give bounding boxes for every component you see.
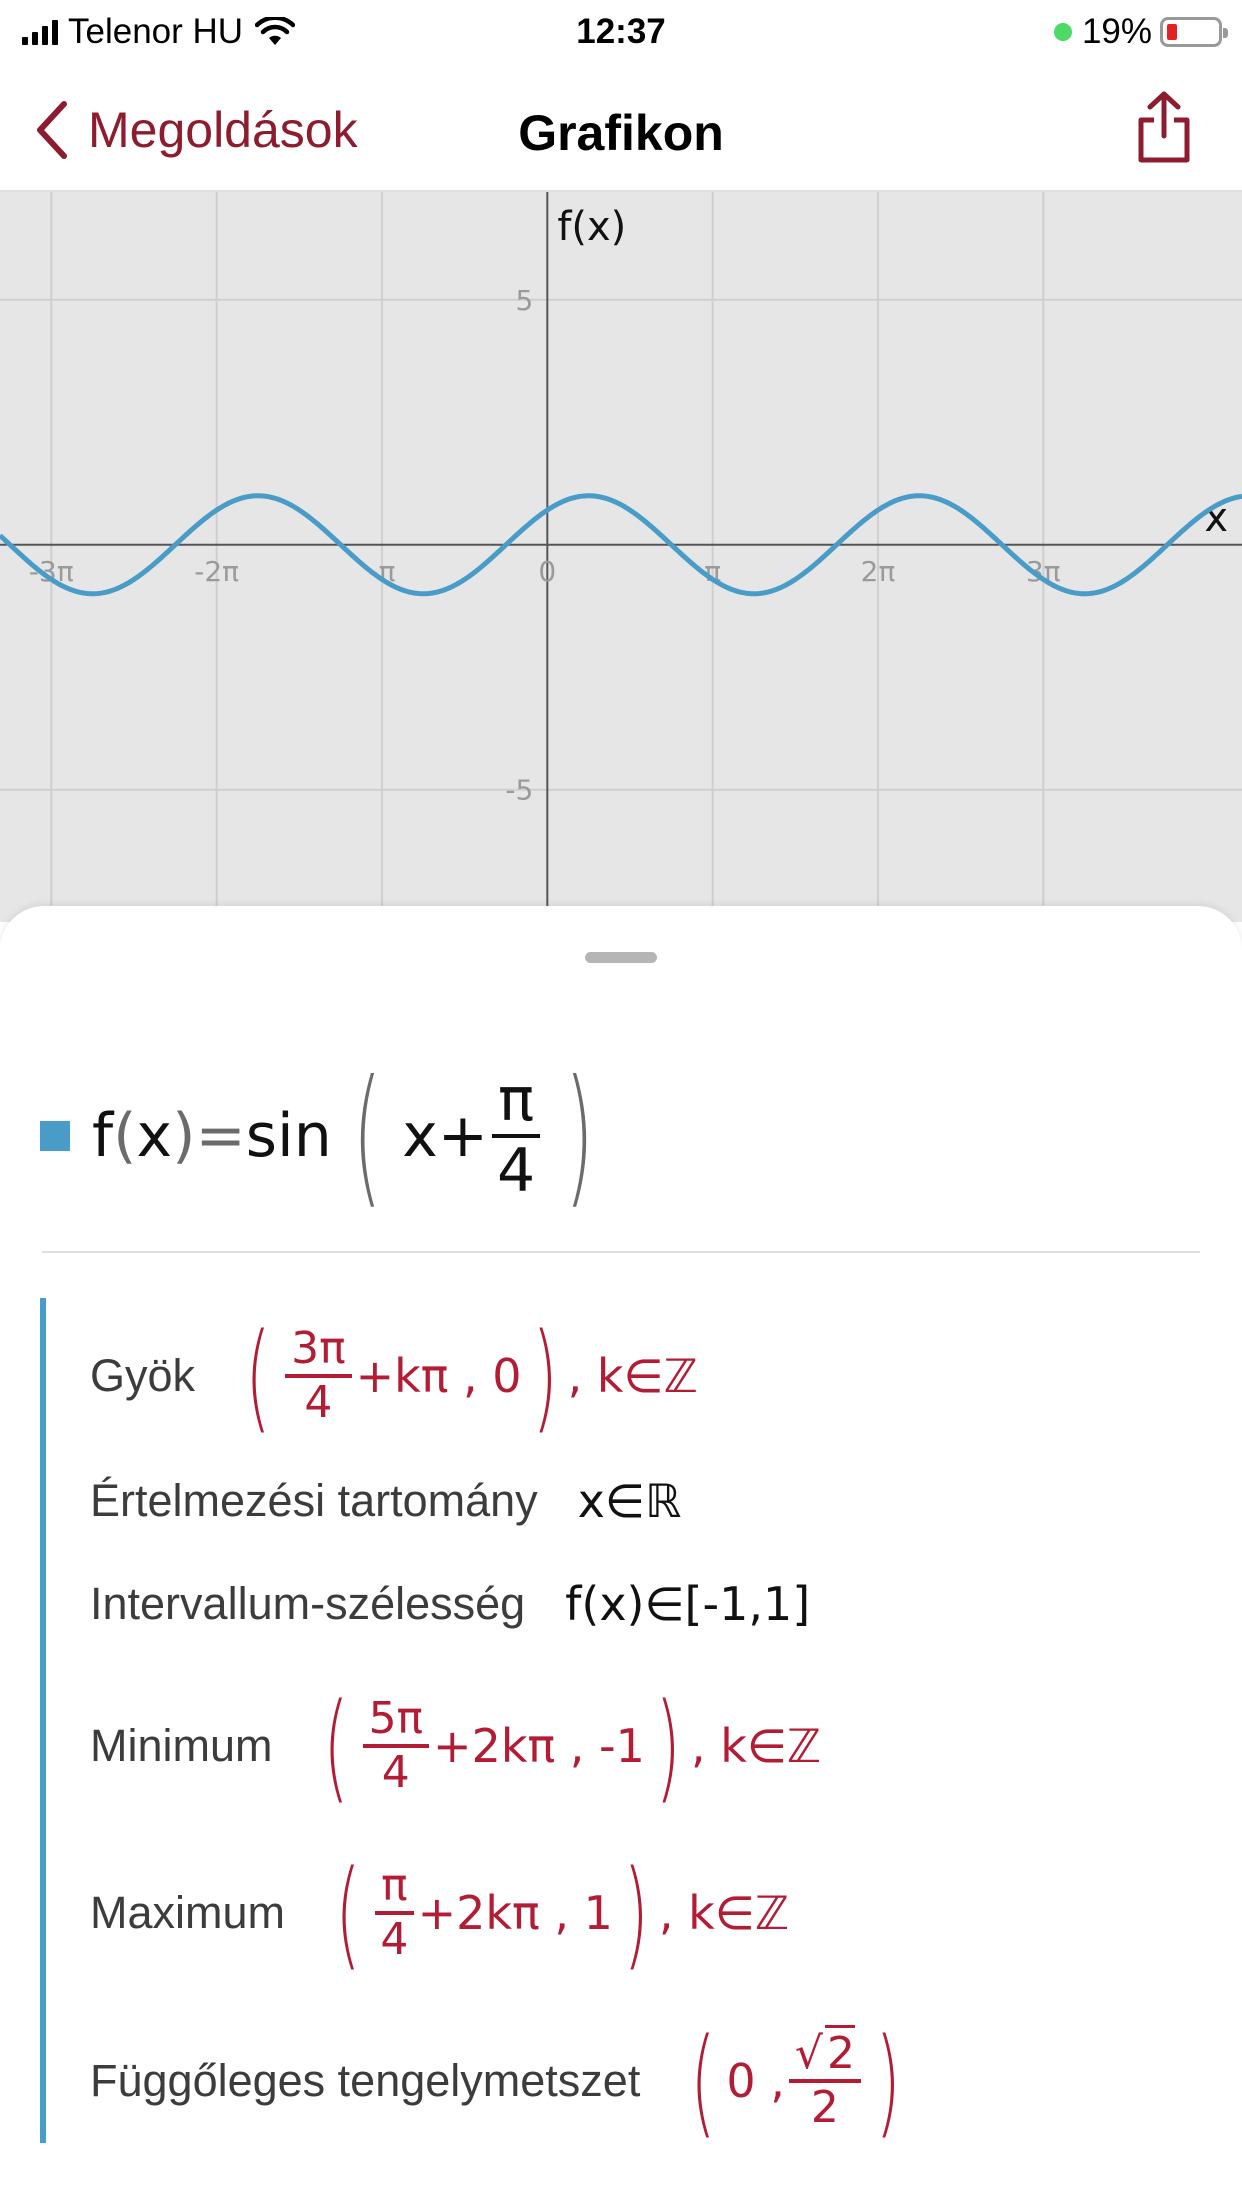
maximum-suffix: , k∈ℤ xyxy=(658,1886,790,1940)
x-tick-label: 2π xyxy=(861,555,896,588)
frac-numerator: π xyxy=(375,1862,414,1915)
paren-close: ) xyxy=(655,1677,681,1815)
maximum-fraction: π 4 xyxy=(375,1862,414,1965)
details-sheet[interactable]: f ( x ) = sin ( x+ π 4 ) Gyök ( 3π 4 +kπ… xyxy=(0,906,1242,2208)
paren-close: ) xyxy=(531,1307,558,1445)
tall-paren-open: ( xyxy=(352,1049,382,1223)
roots-label: Gyök xyxy=(90,1350,196,1401)
minimum-suffix: , k∈ℤ xyxy=(690,1719,822,1773)
y-intercept-fraction: √2 2 xyxy=(788,2024,861,2133)
function-sin: sin xyxy=(245,1101,332,1171)
paren-open: ( xyxy=(335,1844,361,1982)
mic-indicator-dot xyxy=(1053,23,1072,41)
status-right: 19% xyxy=(1053,12,1228,52)
y-tick-label: -5 xyxy=(505,774,533,807)
maximum-label: Maximum xyxy=(90,1887,286,1938)
range-value: f(x)∈[-1,1] xyxy=(565,1577,811,1631)
minimum-fraction: 5π 4 xyxy=(362,1695,430,1798)
navigation-bar: Megoldások Grafikon xyxy=(0,62,1242,192)
frac-numerator: √2 xyxy=(788,2024,861,2083)
paren-open: ( xyxy=(113,1101,137,1171)
property-roots: Gyök ( 3π 4 +kπ , 0 ) , k∈ℤ xyxy=(90,1301,698,1451)
battery-percent: 19% xyxy=(1081,12,1152,51)
equals-sign: = xyxy=(195,1101,246,1171)
graph-canvas[interactable]: -3π -2π -π 0 π 2π 3π5-5f(x)x xyxy=(0,192,1242,922)
page-title: Grafikon xyxy=(518,105,724,161)
y-intercept-prefix: 0 , xyxy=(726,2054,785,2108)
function-expression: f ( x ) = sin ( x+ π 4 ) xyxy=(40,1049,615,1223)
property-minimum: Minimum ( 5π 4 +2kπ , -1 ) , k∈ℤ xyxy=(90,1671,821,1821)
sqrt-radicand: 2 xyxy=(824,2024,855,2079)
function-formula: f ( x ) = sin ( x+ π 4 ) xyxy=(92,1049,615,1223)
maximum-value: ( π 4 +2kπ , 1 ) , k∈ℤ xyxy=(325,1854,789,1972)
property-maximum: Maximum ( π 4 +2kπ , 1 ) , k∈ℤ xyxy=(90,1838,789,1988)
frac-numerator: 3π xyxy=(285,1325,352,1378)
property-range: Intervallum-szélesség f(x)∈[-1,1] xyxy=(90,1564,810,1644)
range-label: Intervallum-szélesség xyxy=(90,1578,526,1629)
sheet-drag-handle[interactable] xyxy=(585,952,657,963)
paren-close: ) xyxy=(623,1844,649,1982)
battery-fill xyxy=(1167,24,1177,40)
battery-icon xyxy=(1160,17,1228,47)
paren-open: ( xyxy=(245,1307,271,1445)
y-axis-label: f(x) xyxy=(557,204,626,250)
function-var: x xyxy=(136,1101,173,1171)
properties-accent-bar xyxy=(40,1298,46,2143)
function-name: f xyxy=(92,1101,114,1171)
maximum-rest: +2kπ , 1 xyxy=(417,1886,613,1940)
domain-value: x∈ℝ xyxy=(577,1474,682,1528)
function-inner: x+ xyxy=(402,1101,489,1171)
x-tick-label: 0 xyxy=(538,555,556,588)
minimum-label: Minimum xyxy=(90,1720,273,1771)
y-intercept-label: Függőleges tengelymetszet xyxy=(90,2055,641,2106)
paren-close: ) xyxy=(875,2012,901,2150)
frac-denominator: 4 xyxy=(497,1136,536,1206)
frac-numerator: 5π xyxy=(362,1695,430,1748)
property-y-intercept: Függőleges tengelymetszet ( 0 , √2 2 ) xyxy=(90,2006,911,2156)
paren-close: ) xyxy=(172,1101,196,1171)
x-tick-label: -3π xyxy=(29,555,74,588)
series-color-swatch xyxy=(40,1121,70,1151)
roots-rest: +kπ , 0 xyxy=(355,1349,522,1403)
roots-fraction: 3π 4 xyxy=(285,1325,352,1428)
share-icon[interactable] xyxy=(1136,90,1192,164)
function-fraction: π 4 xyxy=(492,1069,541,1206)
minimum-rest: +2kπ , -1 xyxy=(433,1719,645,1773)
frac-denominator: 2 xyxy=(810,2082,839,2133)
y-tick-label: 5 xyxy=(515,284,533,317)
status-bar: Telenor HU 12:37 19% xyxy=(0,0,1242,62)
roots-value: ( 3π 4 +kπ , 0 ) , k∈ℤ xyxy=(235,1307,698,1445)
paren-open: ( xyxy=(322,1677,349,1815)
tall-paren-close: ) xyxy=(564,1049,595,1223)
property-domain: Értelmezési tartomány x∈ℝ xyxy=(90,1461,681,1541)
function-graph[interactable]: -3π -2π -π 0 π 2π 3π 5 -5 f(x) x xyxy=(0,192,1242,922)
y-intercept-value: ( 0 , √2 2 ) xyxy=(680,2022,911,2140)
frac-denominator: 4 xyxy=(304,1377,333,1428)
domain-label: Értelmezési tartomány xyxy=(90,1475,538,1526)
divider xyxy=(42,1251,1200,1253)
minimum-value: ( 5π 4 +2kπ , -1 ) , k∈ℤ xyxy=(313,1677,822,1815)
frac-denominator: 4 xyxy=(381,1747,410,1798)
frac-numerator: π xyxy=(492,1069,541,1138)
paren-open: ( xyxy=(690,2012,717,2150)
roots-suffix: , k∈ℤ xyxy=(567,1349,698,1403)
x-tick-label: -2π xyxy=(194,555,239,588)
frac-denominator: 4 xyxy=(380,1914,409,1965)
